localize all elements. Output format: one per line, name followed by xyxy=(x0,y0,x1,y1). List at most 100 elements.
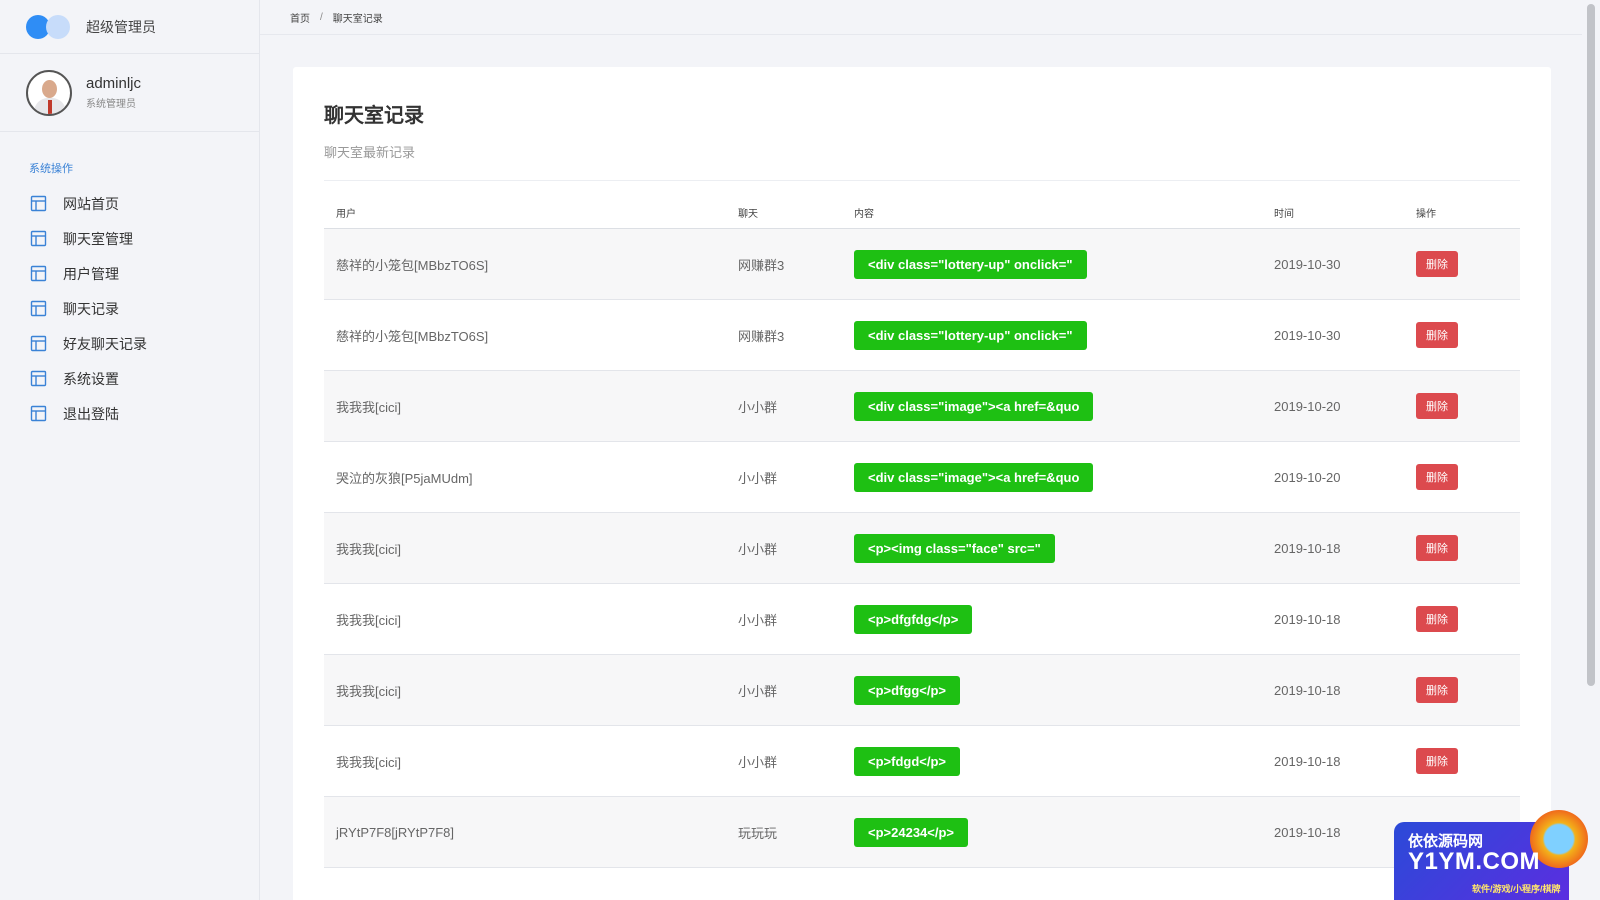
breadcrumb-current: 聊天室记录 xyxy=(332,13,383,25)
watermark-badge: 依依源码网 Y1YM.COM 软件/游戏/小程序/棋牌 xyxy=(1380,810,1600,900)
breadcrumb-separator: / xyxy=(320,11,323,23)
cell-user: 哭泣的灰狼[P5jaMUdm] xyxy=(336,470,473,486)
sidebar-item-4[interactable]: 好友聊天记录 xyxy=(0,326,259,361)
table-row: 我我我[cici] 小小群 <div class="image"><a href=&… xyxy=(324,371,1520,442)
avatar[interactable] xyxy=(26,69,72,116)
cell-room: 小小群 xyxy=(738,470,778,486)
sidebar-item-label: 聊天记录 xyxy=(63,300,119,317)
cell-room: 小小群 xyxy=(738,683,778,699)
header-content: 内容 xyxy=(854,209,874,220)
cell-user: 慈祥的小笼包[MBbzTO6S] xyxy=(336,257,489,273)
cell-time: 2019-10-20 xyxy=(1274,469,1341,485)
layout-table-icon xyxy=(30,265,47,282)
content-tag: <p>fdgd</p> xyxy=(854,746,961,776)
sidebar-menu: 网站首页聊天室管理用户管理聊天记录好友聊天记录 系统设置退出登陆 xyxy=(0,186,259,431)
sidebar-item-3[interactable]: 聊天记录 xyxy=(0,291,259,326)
cell-user: 我我我[cici] xyxy=(336,754,402,770)
page-title: 聊天室记录 xyxy=(324,105,424,127)
breadcrumb: 首页 / 聊天室记录 xyxy=(260,0,1582,35)
scrollbar-thumb[interactable] xyxy=(1587,4,1595,686)
content-tag: <p>dfgfdg</p> xyxy=(854,604,973,634)
cell-user: 我我我[cici] xyxy=(336,612,402,628)
layout-table-icon xyxy=(30,230,47,247)
sidebar-item-6[interactable]: 退出登陆 xyxy=(0,396,259,431)
cell-user: jRYtP7F8[jRYtP7F8] xyxy=(336,824,455,840)
content-tag: <p>dfgg</p> xyxy=(854,675,961,705)
cell-room: 小小群 xyxy=(738,612,778,628)
header-user: 用户 xyxy=(336,209,356,220)
layout-table-icon xyxy=(30,405,47,422)
brand-name: 超级管理员 xyxy=(86,18,156,35)
sidebar-item-label: 网站首页 xyxy=(63,195,119,212)
table-row: jRYtP7F8[jRYtP7F8] 玩玩玩 <p>24234</p> 2019-10… xyxy=(324,797,1520,868)
cell-user: 我我我[cici] xyxy=(336,541,402,557)
user-role: 系统管理员 xyxy=(86,99,136,110)
content-tag: <p>24234</p> xyxy=(854,817,969,847)
delete-button[interactable]: 删除 xyxy=(1416,393,1458,419)
table-body: 慈祥的小笼包[MBbzTO6S] 网赚群3 <div class="lottery-… xyxy=(324,229,1520,868)
sidebar-item-label: 好友聊天记录 xyxy=(63,335,147,352)
cell-room: 玩玩玩 xyxy=(738,825,778,841)
content-tag: <div class="lottery-up" onclick=" xyxy=(854,320,1087,350)
records-table: 用户 聊天 内容 时间 操作 慈祥的小笼包[MBbzTO6S] 网赚群3 <div … xyxy=(324,205,1520,868)
table-row: 慈祥的小笼包[MBbzTO6S] 网赚群3 <div class="lottery-… xyxy=(324,229,1520,300)
delete-button[interactable]: 删除 xyxy=(1416,251,1458,277)
sidebar-item-label: 系统设置 xyxy=(63,370,119,387)
sidebar-item-0[interactable]: 网站首页 xyxy=(0,186,259,221)
layout-table-icon xyxy=(30,370,47,387)
divider xyxy=(324,180,1520,181)
content-tag: <div class="image"><a href=&quo xyxy=(854,462,1094,492)
content-tag: <div class="lottery-up" onclick=" xyxy=(854,249,1087,279)
table-header: 用户 聊天 内容 时间 操作 xyxy=(324,205,1520,229)
content-tag: <div class="image"><a href=&quo xyxy=(854,391,1094,421)
delete-button[interactable]: 删除 xyxy=(1416,322,1458,348)
menu-section-title: 系统操作 xyxy=(29,163,73,175)
table-row: 我我我[cici] 小小群 <p>dfgg</p> 2019-10-18 删除 xyxy=(324,655,1520,726)
sidebar-item-1[interactable]: 聊天室管理 xyxy=(0,221,259,256)
layout-table-icon xyxy=(30,195,47,212)
delete-button[interactable]: 删除 xyxy=(1416,535,1458,561)
cell-time: 2019-10-18 xyxy=(1274,753,1341,769)
sidebar-item-2[interactable]: 用户管理 xyxy=(0,256,259,291)
brand[interactable]: 超级管理员 xyxy=(0,0,259,54)
cell-time: 2019-10-18 xyxy=(1274,540,1341,556)
delete-button[interactable]: 删除 xyxy=(1416,464,1458,490)
table-row: 我我我[cici] 小小群 <p>dfgfdg</p> 2019-10-18 删除 xyxy=(324,584,1520,655)
cell-room: 网赚群3 xyxy=(738,257,785,273)
sidebar-item-label: 退出登陆 xyxy=(63,405,119,422)
records-card: 聊天室记录 聊天室最新记录 用户 聊天 内容 时间 操作 慈祥的小笼包[MBbz… xyxy=(293,67,1551,900)
user-name: adminljc xyxy=(86,75,142,92)
delete-button[interactable]: 删除 xyxy=(1416,606,1458,632)
sidebar-item-5[interactable]: 系统设置 xyxy=(0,361,259,396)
sidebar-item-label: 用户管理 xyxy=(63,265,119,282)
header-room: 聊天 xyxy=(738,209,758,220)
watermark-line2: Y1YM.COM xyxy=(1408,848,1541,875)
header-action: 操作 xyxy=(1416,209,1436,220)
table-row: 哭泣的灰狼[P5jaMUdm] 小小群 <div class="image"><a … xyxy=(324,442,1520,513)
watermark-line3: 软件/游戏/小程序/棋牌 xyxy=(1472,884,1561,894)
cell-time: 2019-10-20 xyxy=(1274,398,1341,414)
layout-table-icon xyxy=(30,335,47,352)
cell-time: 2019-10-30 xyxy=(1274,327,1341,343)
cell-room: 小小群 xyxy=(738,541,778,557)
sidebar-item-label: 聊天室管理 xyxy=(63,230,133,247)
delete-button[interactable]: 删除 xyxy=(1416,748,1458,774)
cell-room: 小小群 xyxy=(738,754,778,770)
content-tag: <p><img class="face" src=" xyxy=(854,533,1055,563)
cell-time: 2019-10-18 xyxy=(1274,611,1341,627)
table-row: 慈祥的小笼包[MBbzTO6S] 网赚群3 <div class="lottery-… xyxy=(324,300,1520,371)
layout-table-icon xyxy=(30,300,47,317)
delete-button[interactable]: 删除 xyxy=(1416,677,1458,703)
sidebar: 超级管理员 adminljc 系统管理员 系统操作 网站首页聊天室管理用户管理聊… xyxy=(0,0,260,900)
cell-room: 网赚群3 xyxy=(738,328,785,344)
brand-logo-icon xyxy=(26,13,74,41)
user-profile[interactable]: adminljc 系统管理员 xyxy=(0,54,259,132)
table-row: 我我我[cici] 小小群 <p>fdgd</p> 2019-10-18 删除 xyxy=(324,726,1520,797)
header-time: 时间 xyxy=(1274,209,1294,220)
cell-user: 我我我[cici] xyxy=(336,683,402,699)
cell-time: 2019-10-30 xyxy=(1274,256,1341,272)
cell-time: 2019-10-18 xyxy=(1274,682,1341,698)
cell-user: 慈祥的小笼包[MBbzTO6S] xyxy=(336,328,489,344)
breadcrumb-home[interactable]: 首页 xyxy=(290,10,310,25)
page-subtitle: 聊天室最新记录 xyxy=(324,145,416,160)
